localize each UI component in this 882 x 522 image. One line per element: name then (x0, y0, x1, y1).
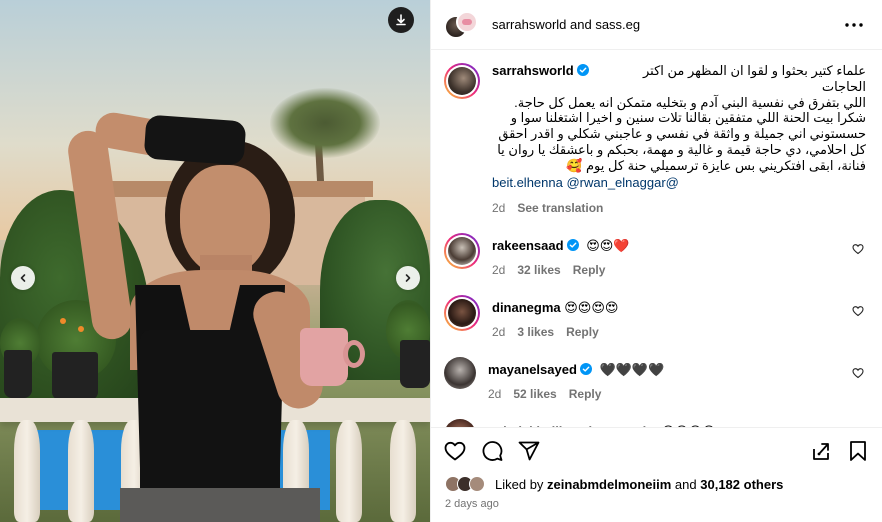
heart-icon (444, 441, 466, 460)
liked-by-user[interactable]: zeinabmdelmoneiim (547, 477, 671, 492)
bookmark-icon (850, 440, 866, 461)
caption: sarrahsworld علماء كتير بحثوا و لقوا ان … (444, 63, 866, 215)
story-ring[interactable] (444, 232, 480, 269)
comment-username[interactable]: nehal_khalil_makeup_artist (488, 424, 658, 427)
comment-username[interactable]: mayanelsayed (488, 362, 577, 377)
comment-likes-count[interactable]: 32 likes (517, 263, 560, 277)
comment-item: rakeensaad 😍😍❤️ 2d 32 likes Reply (444, 232, 866, 277)
next-photo-button[interactable] (396, 266, 420, 290)
caption-mentions[interactable]: beit.elhenna @rwan_elnaggar@ (492, 175, 866, 190)
verified-badge-icon (576, 64, 589, 76)
avatar (448, 236, 476, 265)
verified-badge-icon (566, 238, 579, 251)
more-options-button[interactable] (842, 13, 866, 37)
collab-avatars[interactable] (444, 10, 480, 40)
caption-line: كل احلامي، دي حاجة قيمة و غالية و مهمة، … (497, 141, 866, 157)
reply-button[interactable]: Reply (573, 263, 606, 277)
comment-likes-count[interactable]: 52 likes (513, 387, 556, 401)
story-ring[interactable] (444, 63, 480, 99)
remix-button[interactable] (809, 439, 833, 463)
comment-item: dinanegma 😍😍😍😍 2d 3 likes Reply (444, 294, 866, 339)
share-button[interactable] (517, 439, 541, 463)
story-ring[interactable] (444, 294, 480, 331)
download-icon (396, 14, 406, 26)
post-viewer: sarrahsworld and sass.eg sarrahsworld عل… (0, 0, 882, 522)
post-side-panel: sarrahsworld and sass.eg sarrahsworld عل… (430, 0, 882, 522)
avatar (444, 356, 476, 389)
avatar (456, 10, 478, 33)
see-translation-link[interactable]: See translation (517, 201, 603, 215)
comment-text: 😍😍😍😍 (564, 300, 619, 316)
like-button[interactable] (443, 439, 467, 463)
comment-time[interactable]: 2d (492, 325, 505, 339)
avatar (448, 67, 476, 95)
avatar-link[interactable] (444, 418, 476, 427)
comment-item: mayanelsayed 🖤🖤🖤🖤 2d 52 likes Reply (444, 356, 866, 401)
comment-item: nehal_khalil_makeup_artist 😍😍😍😍 (444, 418, 866, 427)
caption-username[interactable]: sarrahsworld (492, 63, 574, 78)
post-actions-bar (431, 427, 882, 473)
comment-like-heart-icon[interactable] (852, 305, 864, 317)
share-icon (518, 441, 540, 460)
reply-button[interactable]: Reply (566, 325, 599, 339)
comment-likes-count[interactable]: 3 likes (517, 325, 554, 339)
liked-by-and: and (674, 476, 697, 492)
caption-line: حسستوني اني جميلة و واثقة في نفسي و عاجب… (498, 126, 866, 142)
save-button[interactable] (846, 439, 870, 463)
avatar (444, 418, 476, 427)
remix-icon (813, 442, 829, 460)
photo-palm-leaves (270, 88, 380, 158)
caption-time[interactable]: 2d (492, 201, 505, 215)
avatar-link[interactable] (444, 356, 476, 389)
previous-photo-button[interactable] (11, 266, 35, 290)
liked-by-avatars (445, 474, 491, 494)
caption-line: شكرا بيت الحنة اللي متفقين بقالنا تلات س… (510, 110, 866, 126)
reply-button[interactable]: Reply (569, 387, 602, 401)
post-header: sarrahsworld and sass.eg (431, 0, 882, 50)
liked-by-label: Liked by (495, 476, 544, 492)
post-timestamp[interactable]: 2 days ago (431, 495, 882, 510)
caption-line: فنانة، ابقى افتكريني بس عايزة ترسميلي حن… (566, 157, 866, 173)
comment-time[interactable]: 2d (488, 387, 501, 401)
avatar (469, 476, 485, 492)
comment-icon (482, 440, 503, 461)
verified-badge-icon (579, 362, 592, 375)
likes-summary: Liked by zeinabmdelmoneiim and 30,182 ot… (431, 473, 882, 495)
more-options-icon (845, 22, 863, 27)
comment-text: 🖤🖤🖤🖤 (599, 362, 665, 378)
caption-line: اللي بتفرق في نفسية البني آدم و بتخليه م… (514, 94, 866, 110)
photo-person-glove (143, 114, 247, 166)
photo-pink-mug (300, 328, 348, 386)
caption-line: علماء كتير بحثوا و لقوا ان المظهر من اكت… (643, 63, 866, 94)
comment-like-heart-icon[interactable] (852, 243, 864, 255)
likes-count[interactable]: 30,182 others (700, 477, 783, 492)
comment-time[interactable]: 2d (492, 263, 505, 277)
photo-plant-pot (52, 352, 98, 400)
comment-text: 😍😍😍😍 (661, 425, 715, 427)
comment-username[interactable]: dinanegma (492, 300, 561, 315)
comment-like-heart-icon[interactable] (852, 367, 864, 379)
comment-text: 😍😍❤️ (586, 238, 630, 254)
comments-list[interactable]: sarrahsworld علماء كتير بحثوا و لقوا ان … (431, 50, 882, 427)
post-authors[interactable]: sarrahsworld and sass.eg (492, 17, 842, 32)
post-photo[interactable] (0, 0, 430, 522)
chevron-left-icon (20, 274, 26, 282)
photo-person-pants (120, 488, 320, 522)
avatar (448, 298, 476, 327)
comment-button[interactable] (480, 439, 504, 463)
caption-meta: 2d See translation (492, 201, 866, 215)
comment-username[interactable]: rakeensaad (492, 238, 564, 253)
chevron-right-icon (405, 274, 411, 282)
download-button[interactable] (388, 7, 414, 33)
